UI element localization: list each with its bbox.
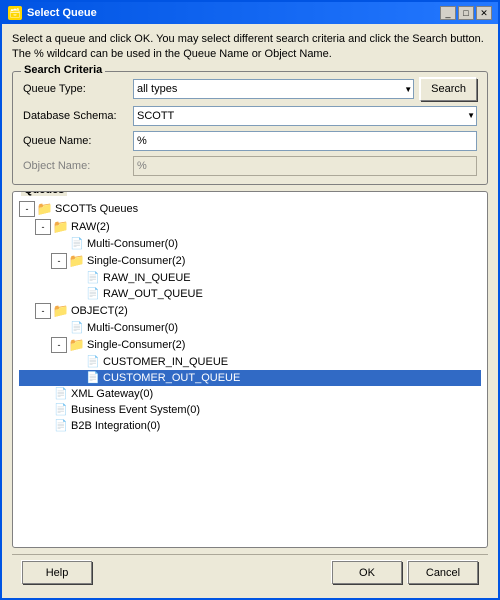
children-raw: 📄 Multi-Consumer(0) - 📁 bbox=[19, 236, 481, 302]
label-business-event: Business Event System(0) bbox=[71, 404, 200, 416]
queue-name-label: Queue Name: bbox=[23, 135, 133, 147]
doc-icon-business-event: 📄 bbox=[53, 403, 69, 417]
queue-type-select[interactable]: all types RAW OBJECT bbox=[133, 79, 414, 99]
children-object: 📄 Multi-Consumer(0) - 📁 bbox=[19, 320, 481, 386]
queue-name-row: Queue Name: bbox=[23, 131, 477, 151]
tree-item-raw-out-queue[interactable]: 📄 RAW_OUT_QUEUE bbox=[19, 286, 481, 302]
object-name-label: Object Name: bbox=[23, 160, 133, 172]
label-single-consumer-raw: Single-Consumer(2) bbox=[87, 255, 185, 267]
expander-single-consumer-raw[interactable]: - bbox=[51, 253, 67, 269]
folder-icon-single-consumer-obj: 📁 bbox=[69, 338, 85, 352]
tree-item-xml-gateway[interactable]: 📄 XML Gateway(0) bbox=[19, 386, 481, 402]
tree-node-object: - 📁 OBJECT(2) 📄 Multi-Cons bbox=[19, 302, 481, 386]
tree-item-b2b-integration[interactable]: 📄 B2B Integration(0) bbox=[19, 418, 481, 434]
maximize-button[interactable]: □ bbox=[458, 6, 474, 20]
search-button[interactable]: Search bbox=[420, 78, 477, 101]
tree-item-business-event[interactable]: 📄 Business Event System(0) bbox=[19, 402, 481, 418]
bottom-right: OK Cancel bbox=[332, 561, 478, 584]
object-name-input bbox=[133, 156, 477, 176]
tree-item-multi-consumer-1[interactable]: 📄 Multi-Consumer(0) bbox=[19, 320, 481, 336]
expander-scotts-queues[interactable]: - bbox=[19, 201, 35, 217]
search-criteria-group: Search Criteria Queue Type: all types RA… bbox=[12, 71, 488, 185]
tree-item-raw-in-queue[interactable]: 📄 RAW_IN_QUEUE bbox=[19, 270, 481, 286]
tree-item-single-consumer-raw[interactable]: - 📁 Single-Consumer(2) bbox=[19, 252, 481, 270]
db-schema-label: Database Schema: bbox=[23, 110, 133, 122]
label-single-consumer-obj: Single-Consumer(2) bbox=[87, 339, 185, 351]
db-schema-dropdown-wrapper: SCOTT SYS ▼ bbox=[133, 106, 477, 126]
children-single-consumer-obj: 📄 CUSTOMER_IN_QUEUE � bbox=[19, 354, 481, 386]
tree-container: - 📁 SCOTTs Queues - 📁 RAW(2) bbox=[17, 198, 483, 543]
doc-icon-customer-in-queue: 📄 bbox=[85, 355, 101, 369]
label-customer-in-queue: CUSTOMER_IN_QUEUE bbox=[103, 356, 228, 368]
tree-item-object[interactable]: - 📁 OBJECT(2) bbox=[19, 302, 481, 320]
expander-raw[interactable]: - bbox=[35, 219, 51, 235]
label-multi-consumer-0: Multi-Consumer(0) bbox=[87, 238, 178, 250]
label-raw: RAW(2) bbox=[71, 221, 110, 233]
window-body: Select a queue and click OK. You may sel… bbox=[2, 24, 498, 598]
window-icon: 🗃 bbox=[8, 6, 22, 20]
folder-icon-object: 📁 bbox=[53, 304, 69, 318]
queue-type-row: Queue Type: all types RAW OBJECT ▼ Searc… bbox=[23, 78, 477, 101]
close-button[interactable]: ✕ bbox=[476, 6, 492, 20]
window-controls: _ □ ✕ bbox=[440, 6, 492, 20]
tree-item-customer-in-queue[interactable]: 📄 CUSTOMER_IN_QUEUE bbox=[19, 354, 481, 370]
doc-icon-xml-gateway: 📄 bbox=[53, 387, 69, 401]
label-raw-in-queue: RAW_IN_QUEUE bbox=[103, 272, 191, 284]
children-scotts-queues: - 📁 RAW(2) 📄 Multi-Consume bbox=[19, 218, 481, 434]
title-bar: 🗃 Select Queue _ □ ✕ bbox=[2, 2, 498, 24]
doc-icon-multi-consumer-1: 📄 bbox=[69, 321, 85, 335]
label-xml-gateway: XML Gateway(0) bbox=[71, 388, 153, 400]
bottom-bar: Help OK Cancel bbox=[12, 554, 488, 590]
search-criteria-label: Search Criteria bbox=[21, 64, 105, 76]
label-customer-out-queue: CUSTOMER_OUT_QUEUE bbox=[103, 372, 240, 384]
db-schema-row: Database Schema: SCOTT SYS ▼ bbox=[23, 106, 477, 126]
bottom-left: Help bbox=[22, 561, 92, 584]
expander-single-consumer-obj[interactable]: - bbox=[51, 337, 67, 353]
ok-button[interactable]: OK bbox=[332, 561, 402, 584]
select-queue-dialog: 🗃 Select Queue _ □ ✕ Select a queue and … bbox=[0, 0, 500, 600]
folder-icon-scotts-queues: 📁 bbox=[37, 202, 53, 216]
queues-group: Queues - 📁 SCOTTs Queues - bbox=[12, 191, 488, 548]
folder-icon-single-consumer-raw: 📁 bbox=[69, 254, 85, 268]
tree-item-single-consumer-obj[interactable]: - 📁 Single-Consumer(2) bbox=[19, 336, 481, 354]
label-multi-consumer-1: Multi-Consumer(0) bbox=[87, 322, 178, 334]
tree-node-scotts-queues: - 📁 SCOTTs Queues - 📁 RAW(2) bbox=[19, 200, 481, 434]
expander-object[interactable]: - bbox=[35, 303, 51, 319]
doc-icon-raw-out-queue: 📄 bbox=[85, 287, 101, 301]
tree-item-scotts-queues[interactable]: - 📁 SCOTTs Queues bbox=[19, 200, 481, 218]
folder-icon-raw: 📁 bbox=[53, 220, 69, 234]
doc-icon-b2b-integration: 📄 bbox=[53, 419, 69, 433]
cancel-button[interactable]: Cancel bbox=[408, 561, 478, 584]
doc-icon-customer-out-queue: 📄 bbox=[85, 371, 101, 385]
tree-node-single-consumer-obj: - 📁 Single-Consumer(2) bbox=[19, 336, 481, 386]
queue-name-input[interactable] bbox=[133, 131, 477, 151]
tree-node-single-consumer-raw: - 📁 Single-Consumer(2) bbox=[19, 252, 481, 302]
description-text: Select a queue and click OK. You may sel… bbox=[12, 32, 488, 63]
label-raw-out-queue: RAW_OUT_QUEUE bbox=[103, 288, 203, 300]
window-title: Select Queue bbox=[27, 7, 97, 19]
db-schema-select[interactable]: SCOTT SYS bbox=[133, 106, 477, 126]
label-scotts-queues: SCOTTs Queues bbox=[55, 203, 138, 215]
help-button[interactable]: Help bbox=[22, 561, 92, 584]
queues-label: Queues bbox=[21, 191, 67, 196]
label-object: OBJECT(2) bbox=[71, 305, 128, 317]
tree-node-raw: - 📁 RAW(2) 📄 Multi-Consume bbox=[19, 218, 481, 302]
object-name-row: Object Name: bbox=[23, 156, 477, 176]
tree-item-raw[interactable]: - 📁 RAW(2) bbox=[19, 218, 481, 236]
tree-item-customer-out-queue[interactable]: 📄 CUSTOMER_OUT_QUEUE bbox=[19, 370, 481, 386]
doc-icon-multi-consumer-0: 📄 bbox=[69, 237, 85, 251]
queue-type-dropdown-wrapper: all types RAW OBJECT ▼ bbox=[133, 79, 414, 99]
children-single-consumer-raw: 📄 RAW_IN_QUEUE 📄 bbox=[19, 270, 481, 302]
doc-icon-raw-in-queue: 📄 bbox=[85, 271, 101, 285]
minimize-button[interactable]: _ bbox=[440, 6, 456, 20]
label-b2b-integration: B2B Integration(0) bbox=[71, 420, 160, 432]
queue-type-label: Queue Type: bbox=[23, 83, 133, 95]
tree-item-multi-consumer-0[interactable]: 📄 Multi-Consumer(0) bbox=[19, 236, 481, 252]
